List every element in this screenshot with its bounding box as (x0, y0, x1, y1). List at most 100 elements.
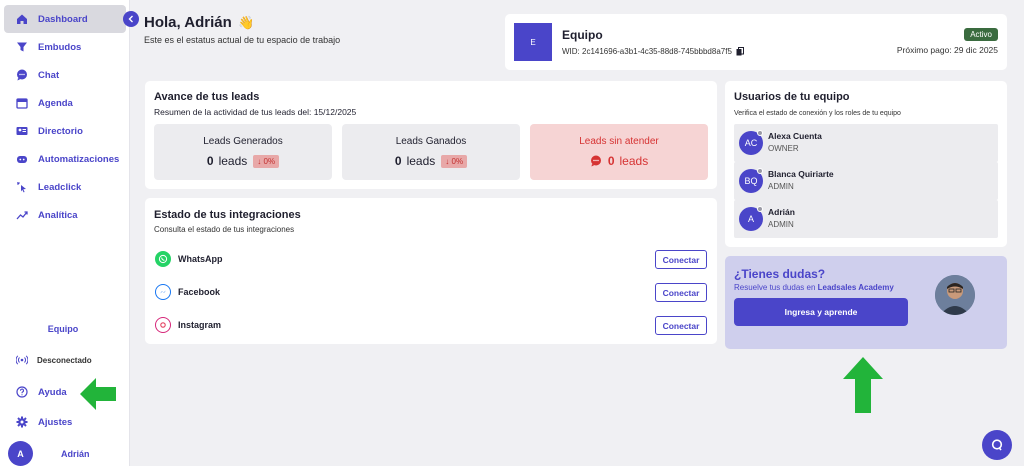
presence-dot (757, 206, 763, 212)
home-icon (16, 13, 28, 25)
team-member: AC Alexa Cuenta OWNER (734, 124, 998, 162)
connect-whatsapp-button[interactable]: Conectar (655, 250, 707, 269)
integration-name: Facebook (178, 287, 221, 297)
sidebar-item-label: Directorio (38, 125, 83, 137)
sidebar-item-label: Automatizaciones (38, 153, 120, 165)
status-badge: Activo (964, 28, 998, 41)
member-name: Adrián (768, 207, 795, 217)
integrations-subtitle: Consulta el estado de tus integraciones (154, 225, 295, 234)
user-name: Adrián (61, 448, 90, 459)
team-users-title: Usuarios de tu equipo (734, 91, 850, 103)
lead-box-label: Leads sin atender (579, 136, 659, 147)
page-title: Hola, Adrián 👋 (144, 14, 254, 31)
broadcast-icon (15, 354, 29, 366)
sidebar-item-dashboard[interactable]: Dashboard (4, 5, 126, 33)
wid-text: WID: 2c141696-a3b1-4c35-88d8-745bbbd8a7f… (562, 47, 732, 56)
member-name: Alexa Cuenta (768, 131, 822, 141)
sidebar-item-ayuda[interactable]: Ayuda (16, 386, 67, 398)
team-name: Equipo (562, 28, 603, 42)
team-wid: WID: 2c141696-a3b1-4c35-88d8-745bbbd8a7f… (562, 47, 744, 56)
connection-status[interactable]: Desconectado (15, 354, 92, 366)
leads-generated-box: Leads Generados 0 leads ↓ 0% (154, 124, 332, 180)
support-chat-button[interactable] (982, 430, 1012, 460)
greeting-text: Hola, Adrián (144, 14, 232, 31)
avatar: A (8, 441, 33, 466)
calendar-icon (16, 97, 28, 109)
member-name: Blanca Quiriarte (768, 169, 834, 179)
team-member: A Adrián ADMIN (734, 200, 998, 238)
help-icon (16, 386, 28, 398)
help-subtitle: Resuelve tus dudas en Leadsales Academy (734, 283, 894, 292)
next-payment: Próximo pago: 29 dic 2025 (896, 45, 998, 55)
copy-icon[interactable] (736, 47, 744, 56)
wave-icon: 👋 (237, 15, 255, 30)
arrow-up-indicator (843, 357, 883, 413)
sidebar-item-label: Analítica (38, 209, 78, 221)
status-label: Desconectado (37, 355, 92, 365)
integration-whatsapp: WhatsApp (155, 251, 223, 267)
learn-button[interactable]: Ingresa y aprende (734, 298, 908, 326)
lead-unit: leads (619, 154, 649, 168)
team-card: E Equipo WID: 2c141696-a3b1-4c35-88d8-74… (505, 14, 1007, 70)
lead-box-value: 0 leads ↓ 0% (342, 154, 520, 168)
sidebar-item-label: Ayuda (38, 386, 67, 398)
instagram-icon (155, 317, 171, 333)
integration-name: WhatsApp (178, 254, 223, 264)
messenger-icon (155, 284, 171, 300)
presence-dot (757, 168, 763, 174)
sidebar-item-embudos[interactable]: Embudos (4, 33, 126, 61)
team-label: Equipo (47, 324, 79, 334)
chat-icon (16, 69, 28, 81)
lead-count: 0 (394, 154, 402, 168)
arrow-left-indicator (80, 378, 116, 410)
trend-badge: ↓ 0% (253, 154, 280, 168)
integration-instagram: Instagram (155, 317, 221, 333)
lead-count: 0 (607, 154, 615, 168)
sidebar-item-ajustes[interactable]: Ajustes (16, 416, 72, 428)
integration-name: Instagram (178, 320, 222, 330)
sidebar-item-label: Ajustes (38, 416, 73, 428)
help-subtitle-prefix: Resuelve tus dudas en (734, 283, 816, 292)
sidebar-item-label: Embudos (38, 41, 82, 53)
team-avatar: E (514, 23, 552, 61)
member-role: ADMIN (768, 182, 794, 191)
lead-box-label: Leads Generados (203, 136, 283, 147)
lead-count: 0 (206, 154, 214, 168)
chat-alert-icon (590, 155, 601, 167)
click-icon (16, 181, 28, 193)
sidebar-item-leadclick[interactable]: Leadclick (4, 173, 126, 201)
trend-badge: ↓ 0% (441, 154, 468, 168)
leads-won-box: Leads Ganados 0 leads ↓ 0% (342, 124, 520, 180)
integrations-title: Estado de tus integraciones (154, 209, 301, 221)
collapse-sidebar-button[interactable] (123, 11, 139, 27)
sidebar-item-directorio[interactable]: Directorio (4, 117, 126, 145)
lead-unit: leads (406, 154, 436, 168)
sidebar-item-label: Agenda (38, 97, 73, 109)
connect-instagram-button[interactable]: Conectar (655, 316, 707, 335)
whatsapp-icon (155, 251, 171, 267)
sidebar-item-label: Dashboard (38, 13, 88, 25)
bot-icon (16, 153, 28, 165)
sidebar-item-label: Leadclick (38, 181, 82, 193)
presence-dot (757, 130, 763, 136)
sidebar-item-label: Chat (38, 69, 60, 81)
lead-box-label: Leads Ganados (395, 136, 467, 147)
leads-title: Avance de tus leads (154, 91, 260, 103)
sidebar-item-agenda[interactable]: Agenda (4, 89, 126, 117)
help-card: ¿Tienes dudas? Resuelve tus dudas en Lea… (725, 256, 1007, 349)
funnel-icon (16, 41, 28, 53)
chat-bubble-icon (991, 439, 1003, 451)
sidebar-item-analitica[interactable]: Analítica (4, 201, 126, 229)
member-role: OWNER (768, 144, 799, 153)
sidebar-item-automatizaciones[interactable]: Automatizaciones (4, 145, 126, 173)
advisor-photo (935, 275, 975, 315)
academy-link[interactable]: Leadsales Academy (818, 283, 894, 292)
team-member: BQ Blanca Quiriarte ADMIN (734, 162, 998, 200)
connect-facebook-button[interactable]: Conectar (655, 283, 707, 302)
help-title: ¿Tienes dudas? (734, 267, 826, 281)
leads-unattended-box: Leads sin atender 0 leads (530, 124, 708, 180)
user-profile[interactable]: A Adrián (8, 441, 90, 466)
team-users-subtitle: Verifica el estado de conexión y los rol… (734, 110, 901, 117)
sidebar-item-chat[interactable]: Chat (4, 61, 126, 89)
chevron-left-icon (128, 15, 133, 23)
